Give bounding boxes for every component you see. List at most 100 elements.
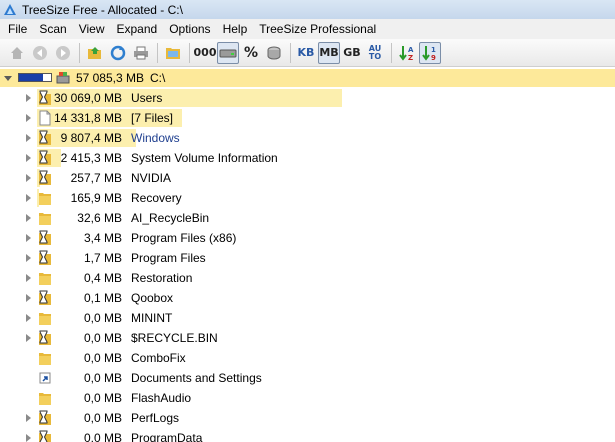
window-title: TreeSize Free - Allocated - C:\	[22, 2, 183, 17]
item-name: Documents and Settings	[131, 371, 262, 385]
menu-bar: File Scan View Expand Options Help TreeS…	[0, 19, 615, 39]
unit-kb-label: KB	[297, 46, 315, 59]
print-button[interactable]	[130, 42, 152, 64]
menu-view[interactable]: View	[73, 19, 111, 39]
item-name: Program Files (x86)	[131, 231, 237, 245]
toolbar-separator	[157, 42, 158, 63]
refresh-icon	[110, 45, 126, 60]
expand-icon[interactable]	[26, 214, 31, 222]
expand-icon[interactable]	[26, 334, 31, 342]
file-count-label: 000	[193, 46, 217, 59]
item-size: 257,7 MB	[70, 171, 122, 185]
tree-row[interactable]: 0,0 MB Documents and Settings	[0, 368, 615, 388]
tree-row[interactable]: 0,0 MB ProgramData	[0, 428, 615, 442]
treesize-app-icon	[4, 3, 16, 15]
disk-stack-icon	[267, 46, 281, 59]
tree-row[interactable]: 0,4 MB Restoration	[0, 268, 615, 288]
tree-row[interactable]: 1,7 MB Program Files	[0, 248, 615, 268]
sort-az-icon: A Z	[399, 45, 414, 62]
explorer-button[interactable]	[162, 42, 184, 64]
unit-mb-label: MB	[319, 46, 339, 59]
expand-icon[interactable]	[26, 434, 31, 442]
tree-row[interactable]: 32,6 MB AI_RecycleBin	[0, 208, 615, 228]
root-name: C:\	[150, 71, 166, 85]
tree-row[interactable]: 14 331,8 MB [7 Files]	[0, 108, 615, 128]
tree-row[interactable]: 30 069,0 MB Users	[0, 88, 615, 108]
svg-text:A: A	[408, 46, 414, 54]
sort-by-name-button[interactable]: A Z	[396, 42, 418, 64]
item-name: FlashAudio	[131, 391, 192, 405]
expand-icon[interactable]	[26, 234, 31, 242]
menu-scan[interactable]: Scan	[33, 19, 72, 39]
item-name: [7 Files]	[131, 111, 174, 125]
unit-mb-button[interactable]: MB	[318, 41, 340, 64]
toolbar: 000 % KB MB GB AU TO A Z 1 9	[0, 39, 615, 67]
directory-tree[interactable]: 57 085,3 MB C:\ 30 069,0 MB Users 14 331,8…	[0, 68, 615, 442]
item-name: PerfLogs	[131, 411, 180, 425]
expand-icon[interactable]	[26, 134, 31, 142]
unit-auto-label: AU TO	[368, 43, 382, 61]
forward-button[interactable]	[52, 42, 74, 64]
collapse-icon[interactable]	[4, 76, 12, 81]
show-file-count-button[interactable]: 000	[193, 42, 217, 64]
tree-row[interactable]: 9 807,4 MB Windows	[0, 128, 615, 148]
tree-row[interactable]: 165,9 MB Recovery	[0, 188, 615, 208]
tree-row[interactable]: 0,0 MB MININT	[0, 308, 615, 328]
tree-root-row[interactable]: 57 085,3 MB C:\	[0, 68, 615, 88]
tree-row[interactable]: 0,1 MB Qoobox	[0, 288, 615, 308]
menu-options[interactable]: Options	[163, 19, 216, 39]
expand-icon[interactable]	[26, 94, 31, 102]
expand-icon[interactable]	[26, 254, 31, 262]
home-up-icon	[11, 46, 23, 59]
unit-auto-button[interactable]: AU TO	[364, 42, 386, 64]
refresh-button[interactable]	[107, 42, 129, 64]
up-button[interactable]	[6, 42, 28, 64]
item-size: 2 415,3 MB	[60, 151, 122, 165]
item-name: AI_RecycleBin	[131, 211, 210, 225]
drive-icon	[56, 72, 70, 84]
expand-icon[interactable]	[26, 294, 31, 302]
unit-gb-button[interactable]: GB	[341, 42, 363, 64]
folder-icon	[166, 47, 180, 59]
tree-row[interactable]: 0,0 MB ComboFix	[0, 348, 615, 368]
item-size: 14 331,8 MB	[53, 111, 122, 125]
item-name: Program Files	[131, 251, 206, 265]
expand-icon[interactable]	[26, 194, 31, 202]
show-percent-button[interactable]: %	[240, 42, 262, 64]
tree-row[interactable]: 0,0 MB FlashAudio	[0, 388, 615, 408]
back-button[interactable]	[29, 42, 51, 64]
menu-file[interactable]: File	[2, 19, 33, 39]
svg-text:9: 9	[431, 54, 436, 62]
menu-expand[interactable]: Expand	[111, 19, 164, 39]
menu-help[interactable]: Help	[217, 19, 254, 39]
tree-row[interactable]: 257,7 MB NVIDIA	[0, 168, 615, 188]
item-size: 0,1 MB	[83, 291, 122, 305]
toolbar-separator	[79, 42, 80, 63]
sort-by-size-button[interactable]: 1 9	[419, 41, 441, 64]
expand-icon[interactable]	[26, 414, 31, 422]
item-name: Users	[131, 91, 163, 105]
show-size-button[interactable]	[217, 41, 239, 64]
pie-chart-button[interactable]	[263, 42, 285, 64]
toolbar-separator	[290, 42, 291, 63]
forward-arrow-icon	[56, 45, 70, 60]
tree-row[interactable]: 0,0 MB $RECYCLE.BIN	[0, 328, 615, 348]
percent-label: %	[243, 44, 259, 61]
expand-icon[interactable]	[26, 174, 31, 182]
expand-icon[interactable]	[26, 114, 31, 122]
expand-icon[interactable]	[26, 274, 31, 282]
unit-kb-button[interactable]: KB	[295, 42, 317, 64]
menu-treesize-professional[interactable]: TreeSize Professional	[253, 19, 382, 39]
item-size: 3,4 MB	[83, 231, 122, 245]
tree-row[interactable]: 0,0 MB PerfLogs	[0, 408, 615, 428]
item-size: 32,6 MB	[77, 211, 122, 225]
expand-icon[interactable]	[26, 154, 31, 162]
scan-folder-button[interactable]	[84, 42, 106, 64]
item-size: 0,0 MB	[83, 311, 122, 325]
item-name: Restoration	[131, 271, 193, 285]
expand-icon[interactable]	[26, 314, 31, 322]
item-name: System Volume Information	[131, 151, 278, 165]
tree-row[interactable]: 3,4 MB Program Files (x86)	[0, 228, 615, 248]
item-size: 0,0 MB	[83, 351, 122, 365]
tree-row[interactable]: 2 415,3 MB System Volume Information	[0, 148, 615, 168]
